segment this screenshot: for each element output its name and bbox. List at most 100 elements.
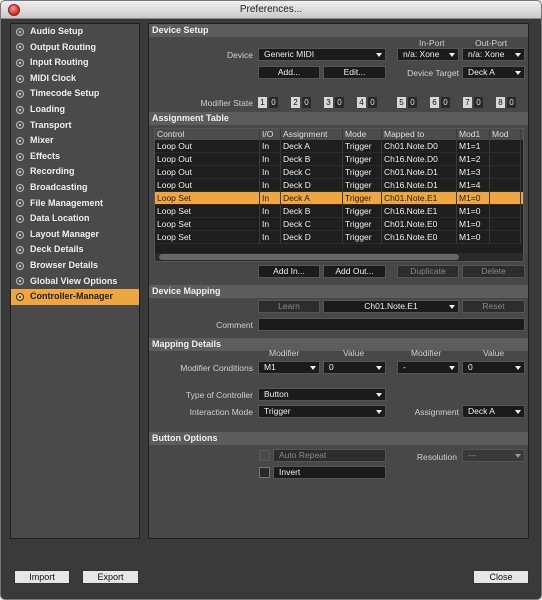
table-cell: Trigger xyxy=(343,205,382,217)
duplicate-button[interactable]: Duplicate xyxy=(397,265,459,278)
value-column-label: Value xyxy=(343,348,365,358)
table-row[interactable]: Loop Set In Deck B Trigger Ch16.Note.E1 M1=0 xyxy=(155,205,523,218)
table-cell: Ch01.Note.D1 xyxy=(382,166,457,178)
mapping-details-header: Mapping Details xyxy=(149,338,528,351)
column-header[interactable]: Mod1 xyxy=(457,129,490,140)
sidebar-item-transport[interactable]: Transport xyxy=(11,118,139,134)
add-out-button[interactable]: Add Out... xyxy=(323,265,386,278)
sidebar-item-timecode-setup[interactable]: Timecode Setup xyxy=(11,86,139,102)
sidebar-item-mixer[interactable]: Mixer xyxy=(11,133,139,149)
add-in-button[interactable]: Add In... xyxy=(258,265,320,278)
sidebar-item-label: Transport xyxy=(30,119,72,130)
table-row[interactable]: Loop Out In Deck B Trigger Ch16.Note.D0 M1=2 xyxy=(155,153,523,166)
table-cell: M1=0 xyxy=(457,231,490,243)
table-cell xyxy=(490,166,521,178)
sidebar-item-label: Layout Manager xyxy=(30,228,100,239)
sidebar-item-controller-manager[interactable]: Controller-Manager xyxy=(11,289,139,305)
modifier-4-number: 4 xyxy=(357,97,366,108)
column-header[interactable]: Assignment xyxy=(281,129,343,140)
sidebar-item-label: Controller-Manager xyxy=(30,291,114,302)
modifier1-dropdown[interactable]: M1 xyxy=(258,361,320,374)
auto-repeat-label[interactable]: Auto Repeat xyxy=(273,449,386,462)
table-cell: M1=4 xyxy=(457,179,490,191)
sidebar-item-label: Data Location xyxy=(30,213,90,224)
sidebar-item-effects[interactable]: Effects xyxy=(11,149,139,165)
type-of-controller-dropdown[interactable]: Button xyxy=(258,388,386,401)
table-row[interactable]: Loop Set In Deck D Trigger Ch16.Note.E0 M1=0 xyxy=(155,231,523,244)
mapped-to-dropdown[interactable]: Ch01.Note.E1 xyxy=(323,300,459,313)
table-cell: Deck B xyxy=(281,153,343,165)
chevron-down-icon xyxy=(376,410,382,414)
radio-icon xyxy=(16,121,24,130)
column-header[interactable]: Mapped to xyxy=(382,129,457,140)
edit-device-button[interactable]: Edit... xyxy=(323,66,386,79)
table-cell: In xyxy=(260,192,281,204)
table-cell: Ch01.Note.E0 xyxy=(382,218,457,230)
interaction-mode-dropdown[interactable]: Trigger xyxy=(258,405,386,418)
table-cell: M1=1 xyxy=(457,140,490,152)
table-row[interactable]: Loop Set In Deck A Trigger Ch01.Note.E1 M1=0 xyxy=(155,192,523,205)
out-port-value: n/a: Xone xyxy=(468,49,505,59)
sidebar-item-browser-details[interactable]: Browser Details xyxy=(11,258,139,274)
value2-dropdown[interactable]: 0 xyxy=(462,361,525,374)
sidebar-item-audio-setup[interactable]: Audio Setup xyxy=(11,24,139,40)
table-row[interactable]: Loop Out In Deck A Trigger Ch01.Note.D0 M1=1 xyxy=(155,140,523,153)
radio-icon xyxy=(16,261,24,270)
modifier-column-label: Modifier xyxy=(269,348,300,358)
export-button[interactable]: Export xyxy=(82,570,139,584)
sidebar-item-midi-clock[interactable]: MIDI Clock xyxy=(11,71,139,87)
sidebar-item-label: Timecode Setup xyxy=(30,88,100,99)
delete-button[interactable]: Delete xyxy=(462,265,525,278)
table-row[interactable]: Loop Out In Deck C Trigger Ch01.Note.D1 M1=3 xyxy=(155,166,523,179)
device-dropdown[interactable]: Generic MIDI xyxy=(258,48,386,61)
modifier2-dropdown[interactable]: - xyxy=(397,361,459,374)
column-header[interactable]: Control xyxy=(155,129,260,140)
sidebar-item-input-routing[interactable]: Input Routing xyxy=(11,55,139,71)
assignment-table[interactable]: Control I/O Assignment Mode Mapped to Mod1 Mod… xyxy=(154,128,524,262)
invert-checkbox[interactable] xyxy=(259,467,270,478)
radio-icon xyxy=(16,74,24,83)
auto-repeat-checkbox[interactable] xyxy=(259,450,270,461)
sidebar-item-recording[interactable]: Recording xyxy=(11,164,139,180)
modifier-7-value: 0 xyxy=(474,97,483,108)
import-button[interactable]: Import xyxy=(14,570,70,584)
column-header[interactable]: Mod xyxy=(490,129,521,140)
horizontal-scrollbar[interactable] xyxy=(155,253,523,261)
sidebar-item-file-management[interactable]: File Management xyxy=(11,196,139,212)
invert-label[interactable]: Invert xyxy=(273,466,386,479)
sidebar-item-deck-details[interactable]: Deck Details xyxy=(11,242,139,258)
device-value: Generic MIDI xyxy=(264,49,315,59)
column-header[interactable]: I/O xyxy=(260,129,281,140)
sidebar-item-label: Output Routing xyxy=(30,41,96,52)
resolution-dropdown[interactable]: --- xyxy=(462,449,525,462)
reset-button[interactable]: Reset xyxy=(462,300,525,313)
table-row[interactable]: Loop Out In Deck D Trigger Ch16.Note.D1 M1=4 xyxy=(155,179,523,192)
sidebar-item-data-location[interactable]: Data Location xyxy=(11,211,139,227)
modifier-2-value: 0 xyxy=(302,97,311,108)
in-port-dropdown[interactable]: n/a: Xone xyxy=(397,48,459,61)
radio-icon xyxy=(16,136,24,145)
add-device-button[interactable]: Add... xyxy=(258,66,320,79)
table-cell: Trigger xyxy=(343,218,382,230)
comment-input[interactable] xyxy=(258,318,525,331)
sidebar-item-global-view-options[interactable]: Global View Options xyxy=(11,274,139,290)
column-header[interactable]: Mode xyxy=(343,129,382,140)
table-cell: In xyxy=(260,179,281,191)
learn-button[interactable]: Learn xyxy=(258,300,320,313)
scrollbar-thumb[interactable] xyxy=(159,254,459,260)
assignment-dropdown[interactable]: Deck A xyxy=(462,405,525,418)
out-port-dropdown[interactable]: n/a: Xone xyxy=(462,48,525,61)
table-cell: Loop Set xyxy=(155,231,260,243)
table-cell: Ch01.Note.E1 xyxy=(382,192,457,204)
device-target-dropdown[interactable]: Deck A xyxy=(462,66,525,79)
close-button[interactable]: Close xyxy=(473,570,529,584)
value1-dropdown[interactable]: 0 xyxy=(323,361,386,374)
sidebar-item-layout-manager[interactable]: Layout Manager xyxy=(11,227,139,243)
sidebar-item-output-routing[interactable]: Output Routing xyxy=(11,40,139,56)
sidebar-item-loading[interactable]: Loading xyxy=(11,102,139,118)
modifier-5-number: 5 xyxy=(397,97,406,108)
sidebar-item-broadcasting[interactable]: Broadcasting xyxy=(11,180,139,196)
table-cell xyxy=(490,153,521,165)
modifier-8-number: 8 xyxy=(496,97,505,108)
table-row[interactable]: Loop Set In Deck C Trigger Ch01.Note.E0 M1=0 xyxy=(155,218,523,231)
